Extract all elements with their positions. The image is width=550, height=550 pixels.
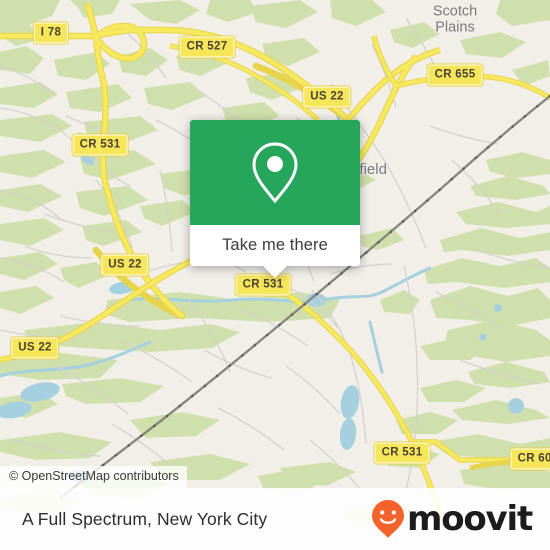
road-shield-cr-655[interactable]: CR 655 [426, 63, 484, 87]
road-shield-i-78[interactable]: I 78 [32, 21, 70, 45]
location-title: A Full Spectrum, New York City [22, 508, 268, 529]
moovit-logo[interactable]: moovit [371, 499, 533, 539]
road-shield-cr-531-c[interactable]: CR 531 [373, 441, 431, 465]
road-shield-us-22-b[interactable]: US 22 [100, 253, 150, 277]
road-shield-cr-531-a[interactable]: CR 531 [71, 133, 129, 157]
osm-attribution[interactable]: © OpenStreetMap contributors [0, 466, 187, 488]
road-shield-cr-527[interactable]: CR 527 [178, 35, 236, 59]
callout-footer[interactable]: Take me there [190, 225, 360, 278]
callout-header [190, 120, 360, 225]
moovit-pin-smiley-icon [371, 500, 404, 538]
road-shield-us-22-c[interactable]: US 22 [10, 336, 60, 360]
road-shield-us-22-a[interactable]: US 22 [302, 85, 352, 109]
bottom-info-bar: A Full Spectrum, New York City moovit [0, 488, 550, 550]
road-shield-cr-602[interactable]: CR 602 [509, 447, 550, 471]
map-screen: Scotch Plains nfield I 78 CR 527 CR 655 … [0, 0, 550, 550]
moovit-wordmark: moovit [406, 499, 533, 539]
destination-callout[interactable]: Take me there [190, 120, 360, 278]
callout-pointer-tail [262, 265, 288, 278]
take-me-there-label: Take me there [222, 236, 328, 254]
map-pin-icon [252, 141, 298, 203]
